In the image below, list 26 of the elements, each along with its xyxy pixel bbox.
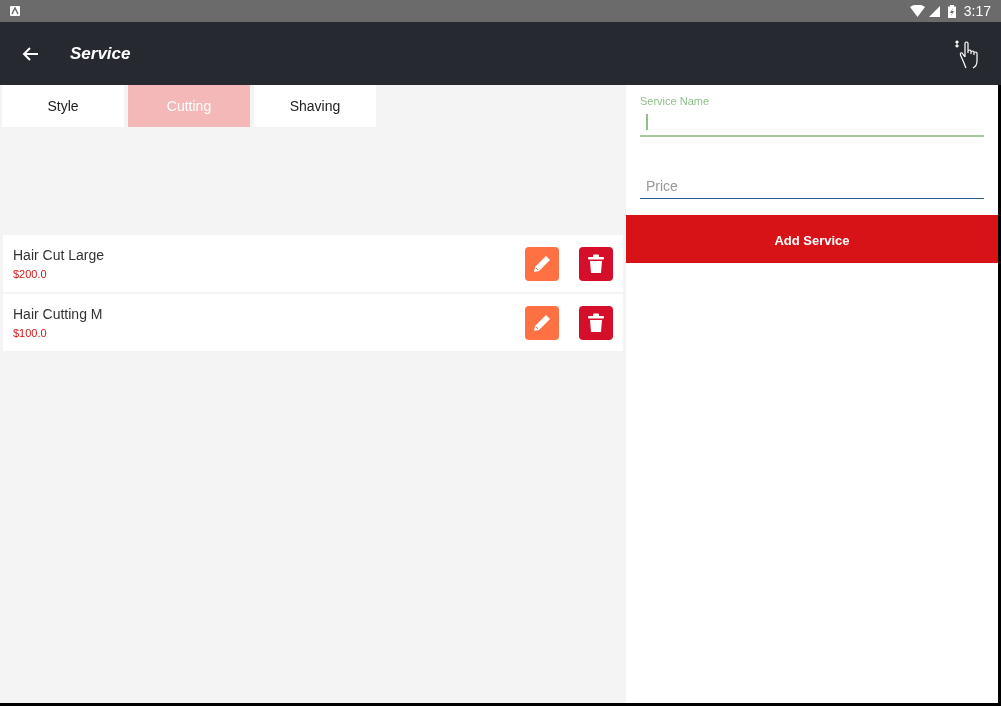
text-field[interactable]: Price	[640, 165, 984, 199]
battery-icon	[947, 4, 956, 18]
trash-icon	[588, 253, 604, 274]
hand-gesture-icon[interactable]	[955, 38, 979, 69]
service-price: $200.0	[13, 266, 48, 282]
screen-title: Service	[70, 42, 131, 65]
edit-button[interactable]	[525, 246, 559, 281]
clock-time: 3:17	[963, 1, 991, 21]
delete-button[interactable]	[579, 246, 613, 281]
pencil-icon	[532, 312, 552, 333]
delete-button[interactable]	[579, 305, 613, 340]
edit-button[interactable]	[525, 305, 559, 340]
input-field[interactable]: Price	[646, 175, 984, 197]
category-tab[interactable]: Style	[2, 85, 124, 127]
wifi-icon	[909, 5, 925, 17]
category-tab[interactable]: Shaving	[254, 85, 376, 127]
back-arrow-icon[interactable]	[22, 46, 38, 61]
signal-icon	[928, 5, 940, 17]
pencil-icon	[532, 253, 552, 274]
field-label: Service Name	[640, 94, 711, 109]
trash-icon	[588, 312, 604, 333]
notification-icon	[10, 6, 20, 16]
service-price: $100.0	[13, 325, 48, 341]
service-name: Hair Cut Large	[13, 245, 106, 265]
service-name: Hair Cutting M	[13, 304, 104, 324]
add-service-button[interactable]: Add Service	[626, 215, 998, 263]
